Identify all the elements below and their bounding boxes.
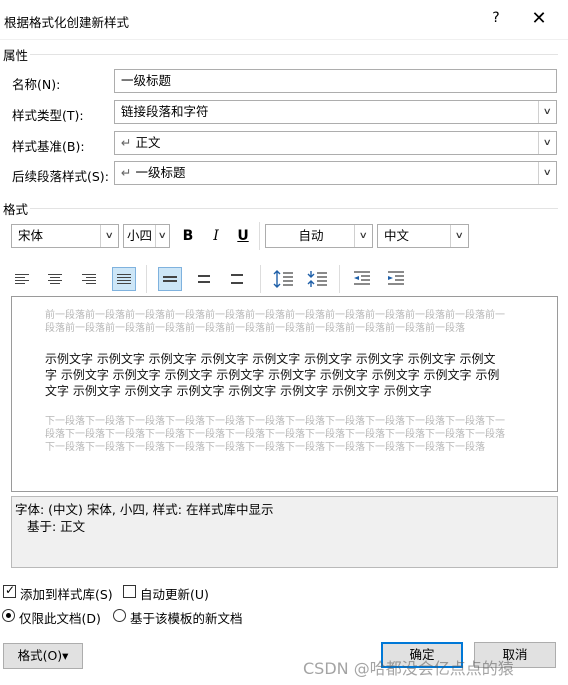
format-button-label: 格式(O) (17, 648, 63, 663)
sample-text: 示例文字 示例文字 示例文字 示例文字 示例文字 示例文字 示例文字 示例文字 … (45, 352, 500, 398)
chevron-down-icon[interactable]: ∨ (538, 101, 556, 123)
add-to-gallery-checkbox[interactable] (3, 583, 16, 598)
justify-icon[interactable] (112, 267, 136, 291)
chevron-down-icon[interactable]: ∨ (538, 132, 556, 154)
align-right-icon[interactable] (77, 267, 101, 291)
chevron-down-icon[interactable]: ∨ (155, 225, 169, 247)
paragraph-mark-icon: ↵ (121, 135, 132, 150)
dialog-title: 根据格式化创建新样式 (4, 15, 130, 30)
toolbar-divider (339, 265, 340, 293)
increase-spacing-icon[interactable] (272, 267, 296, 291)
next-style-value: 一级标题 (135, 165, 186, 180)
font-color-value: 自动 (298, 228, 324, 243)
template-documents-radio[interactable] (113, 609, 126, 622)
description-line-1: 字体: (中文) 宋体, 小四, 样式: 在样式库中显示 (15, 502, 274, 517)
chevron-down-icon[interactable]: ∨ (100, 225, 118, 247)
only-this-document-radio[interactable] (2, 609, 15, 622)
bold-button[interactable]: B (177, 225, 199, 247)
font-color-select[interactable]: 自动 ∨ (265, 224, 373, 248)
dropdown-arrow-icon: ▾ (62, 648, 69, 663)
next-style-label: 后续段落样式(S): (12, 169, 109, 184)
font-value: 宋体 (18, 228, 44, 243)
italic-button[interactable]: I (205, 225, 227, 247)
paragraph-mark-icon: ↵ (121, 165, 132, 180)
toolbar-divider (146, 265, 147, 293)
only-this-document-label[interactable]: 仅限此文档(D) (19, 608, 101, 627)
help-button[interactable]: ? (486, 10, 506, 30)
name-input[interactable]: 一级标题 (114, 69, 557, 93)
next-paragraph-text: 下一段落下一段落下一段落下一段落下一段落下一段落下一段落下一段落下一段落下一段落… (45, 416, 505, 453)
chevron-down-icon[interactable]: ∨ (538, 162, 556, 184)
format-menu-button[interactable]: 格式(O)▾ (3, 643, 83, 669)
auto-update-label[interactable]: 自动更新(U) (140, 584, 209, 603)
font-size-value: 小四 (127, 228, 153, 243)
style-type-select[interactable]: 链接段落和字符 ∨ (114, 100, 557, 124)
style-description: 字体: (中文) 宋体, 小四, 样式: 在样式库中显示 基于: 正文 (11, 496, 558, 568)
add-to-gallery-label[interactable]: 添加到样式库(S) (20, 584, 113, 603)
name-label: 名称(N): (12, 77, 61, 92)
format-section-label: 格式 (3, 202, 29, 217)
decrease-indent-icon[interactable] (350, 267, 374, 291)
next-style-select[interactable]: ↵ 一级标题 ∨ (114, 161, 557, 185)
style-type-label: 样式类型(T): (12, 108, 84, 123)
script-select[interactable]: 中文 ∨ (377, 224, 469, 248)
auto-update-checkbox[interactable] (123, 585, 136, 598)
toolbar-divider (259, 222, 260, 250)
single-spacing-icon[interactable] (158, 267, 182, 291)
toolbar-divider (260, 265, 261, 293)
watermark: CSDN @哈都没会亿点点的猿 (303, 659, 514, 678)
increase-indent-icon[interactable] (384, 267, 408, 291)
properties-divider (30, 54, 558, 55)
based-on-value: 正文 (135, 135, 161, 150)
format-divider (30, 208, 558, 209)
description-line-2: 基于: 正文 (27, 519, 86, 534)
font-size-select[interactable]: 小四 ∨ (123, 224, 170, 248)
properties-section-label: 属性 (3, 48, 29, 63)
based-on-label: 样式基准(B): (12, 139, 85, 154)
script-value: 中文 (384, 228, 410, 243)
style-preview-pane: 前一段落前一段落前一段落前一段落前一段落前一段落前一段落前一段落前一段落前一段落… (11, 296, 558, 492)
decrease-spacing-icon[interactable] (306, 267, 330, 291)
align-center-icon[interactable] (43, 267, 67, 291)
previous-paragraph-text: 前一段落前一段落前一段落前一段落前一段落前一段落前一段落前一段落前一段落前一段落… (45, 310, 505, 334)
based-on-select[interactable]: ↵ 正文 ∨ (114, 131, 557, 155)
underline-button[interactable]: U (232, 225, 254, 247)
chevron-down-icon[interactable]: ∨ (354, 225, 372, 247)
align-left-icon[interactable] (10, 267, 34, 291)
template-documents-label[interactable]: 基于该模板的新文档 (130, 608, 243, 627)
chevron-down-icon[interactable]: ∨ (450, 225, 468, 247)
style-type-value: 链接段落和字符 (121, 104, 209, 119)
close-button[interactable]: ✕ (528, 8, 550, 30)
double-spacing-icon[interactable] (225, 267, 249, 291)
font-select[interactable]: 宋体 ∨ (11, 224, 119, 248)
one-half-spacing-icon[interactable] (192, 267, 216, 291)
